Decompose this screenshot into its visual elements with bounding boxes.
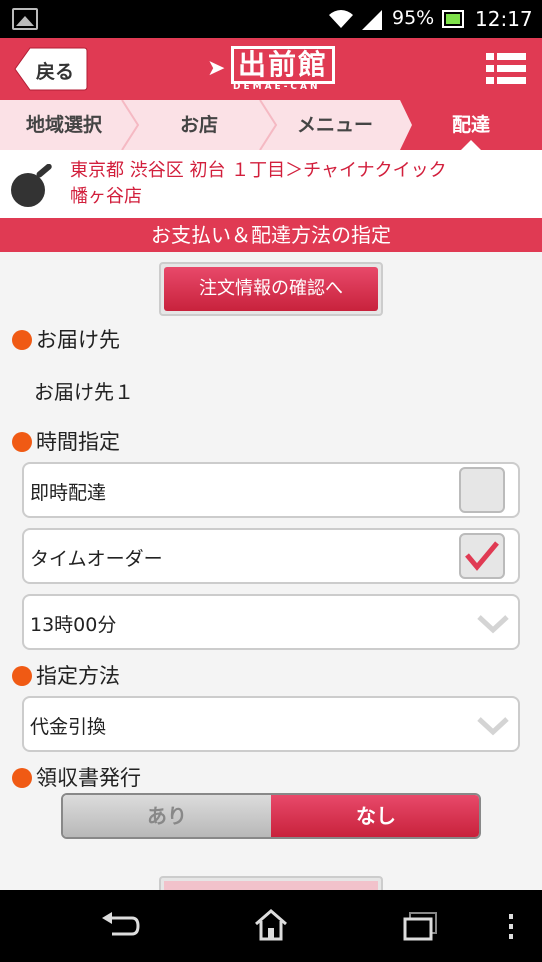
option-time-order-label: タイムオーダー [30, 548, 163, 570]
back-button[interactable]: 戻る [14, 47, 88, 91]
step-separator [259, 100, 278, 150]
active-step-pointer [461, 140, 481, 150]
logo-sub-text: DEMAE-CAN [233, 82, 321, 92]
shop-address-line1: 東京都 渋谷区 初台 １丁目＞チャイナクイック [70, 160, 447, 181]
step-separator [121, 100, 140, 150]
battery-icon [442, 10, 464, 28]
confirm-order-label: 注文情報の確認へ [164, 267, 378, 311]
wifi-icon [329, 10, 353, 28]
option-immediate-label: 即時配達 [30, 482, 107, 504]
runner-logo-icon: ➤ [207, 56, 226, 81]
step-area-select[interactable]: 地域選択 [0, 100, 128, 150]
bullet-dot-icon [12, 432, 32, 452]
section-title: お支払い＆配達方法の指定 [0, 218, 542, 252]
system-nav-bar [0, 890, 542, 962]
time-spec-label: 時間指定 [12, 426, 120, 456]
receipt-label: 領収書発行 [12, 762, 141, 792]
time-select-value: 13時00分 [30, 614, 117, 636]
shop-address-line2: 幡ヶ谷店 [70, 186, 142, 207]
bullet-dot-icon [12, 768, 32, 788]
battery-percent: 95% [392, 7, 435, 29]
demae-can-logo: ➤ 出前館 DEMAE-CAN [205, 44, 335, 94]
step-navigation: 地域選択 お店 メニュー 配達 [0, 100, 542, 150]
logo-text: 出前館 [231, 46, 335, 84]
menu-list-icon[interactable] [486, 52, 526, 86]
main-content: 注文情報の確認へ お届け先 お届け先１ 時間指定 即時配達 タイムオーダー 13… [0, 252, 542, 896]
shop-address: 東京都 渋谷区 初台 １丁目＞チャイナクイック 幡ヶ谷店 [70, 158, 530, 210]
status-bar: 95% 12:17 [0, 0, 542, 38]
option-time-order[interactable]: タイムオーダー [22, 528, 520, 584]
recent-apps-icon[interactable] [402, 910, 440, 942]
receipt-yes-option[interactable]: あり [63, 795, 271, 837]
clock: 12:17 [475, 7, 533, 31]
shop-category-icon [11, 164, 52, 207]
chevron-down-icon [477, 615, 509, 634]
time-select[interactable]: 13時00分 [22, 594, 520, 650]
back-nav-icon[interactable] [100, 912, 142, 942]
step-shop[interactable]: お店 [135, 100, 263, 150]
receipt-no-option[interactable]: なし [271, 795, 479, 837]
time-order-checkbox[interactable] [459, 533, 505, 579]
payment-label: 指定方法 [12, 660, 120, 690]
bullet-dot-icon [12, 330, 32, 350]
delivery-to-value: お届け先１ [34, 380, 134, 404]
chevron-down-icon [477, 717, 509, 736]
checkmark-icon [465, 541, 499, 571]
payment-select-value: 代金引換 [30, 716, 107, 738]
home-nav-icon[interactable] [253, 908, 289, 942]
back-label: 戻る [36, 61, 75, 83]
option-immediate-delivery[interactable]: 即時配達 [22, 462, 520, 518]
receipt-toggle[interactable]: あり なし [61, 793, 481, 839]
overflow-menu-icon[interactable] [506, 912, 516, 942]
image-notification-icon [12, 8, 38, 30]
step-separator [392, 100, 412, 150]
signal-icon [362, 10, 382, 30]
payment-select[interactable]: 代金引換 [22, 696, 520, 752]
step-menu[interactable]: メニュー [270, 100, 400, 150]
bullet-dot-icon [12, 666, 32, 686]
immediate-checkbox[interactable] [459, 467, 505, 513]
app-header: 戻る ➤ 出前館 DEMAE-CAN [0, 38, 542, 100]
confirm-order-button[interactable]: 注文情報の確認へ [159, 262, 383, 316]
shop-info[interactable]: 東京都 渋谷区 初台 １丁目＞チャイナクイック 幡ヶ谷店 [0, 150, 542, 218]
delivery-to-label: お届け先 [12, 324, 120, 354]
